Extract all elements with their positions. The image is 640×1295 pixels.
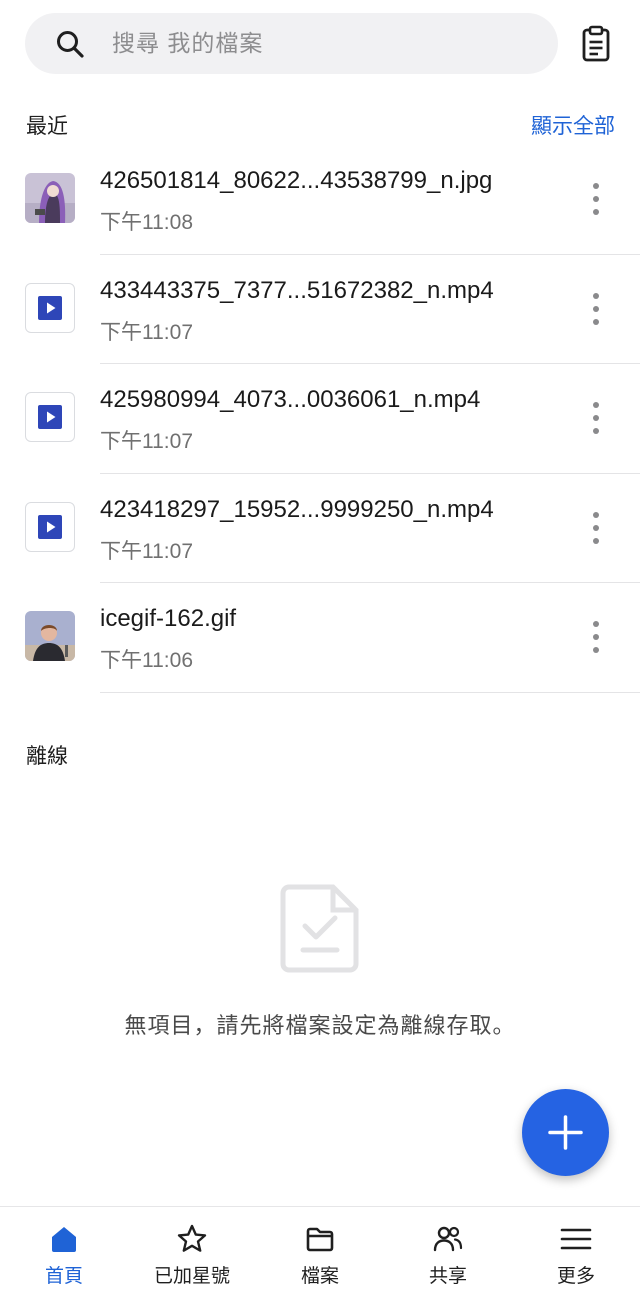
file-time: 下午11:08 xyxy=(100,211,193,234)
nav-starred[interactable]: 已加星號 xyxy=(128,1207,256,1295)
more-options-icon[interactable] xyxy=(584,399,608,437)
more-options-icon[interactable] xyxy=(584,509,608,547)
file-name: 426501814_80622...43538799_n.jpg xyxy=(100,167,493,194)
more-options-icon[interactable] xyxy=(584,180,608,218)
divider xyxy=(100,691,640,693)
image-thumbnail xyxy=(25,173,75,223)
nav-more[interactable]: 更多 xyxy=(512,1207,640,1295)
recent-file-list: 426501814_80622...43538799_n.jpg 下午11:08… xyxy=(0,145,640,693)
nav-files[interactable]: 檔案 xyxy=(256,1207,384,1295)
show-all-link[interactable]: 顯示全部 xyxy=(531,110,615,140)
search-icon xyxy=(57,31,84,58)
nav-label: 共享 xyxy=(428,1266,467,1287)
star-icon xyxy=(177,1224,207,1252)
folder-icon xyxy=(306,1227,334,1252)
nav-shared[interactable]: 共享 xyxy=(384,1207,512,1295)
nav-label: 檔案 xyxy=(300,1266,339,1287)
video-file-icon xyxy=(38,514,62,539)
file-row[interactable]: 433443375_7377...51672382_n.mp4 下午11:07 xyxy=(0,255,640,364)
video-thumbnail xyxy=(25,282,75,333)
home-icon xyxy=(52,1227,76,1252)
video-thumbnail xyxy=(25,392,75,442)
offline-section-title: 離線 xyxy=(26,745,68,768)
video-file-icon xyxy=(38,405,62,429)
nav-label: 更多 xyxy=(556,1266,595,1287)
nav-label: 首頁 xyxy=(44,1266,83,1287)
search-input[interactable]: 搜尋 我的檔案 xyxy=(112,13,263,74)
more-options-icon[interactable] xyxy=(584,290,608,328)
file-row[interactable]: icegif-162.gif 下午11:06 xyxy=(0,583,640,693)
nav-label: 已加星號 xyxy=(153,1266,230,1287)
nav-home[interactable]: 首頁 xyxy=(0,1207,128,1295)
plus-icon xyxy=(548,1115,583,1150)
video-thumbnail xyxy=(25,501,75,552)
menu-icon xyxy=(560,1228,592,1250)
file-time: 下午11:06 xyxy=(100,649,193,672)
add-button[interactable] xyxy=(522,1089,609,1176)
more-options-icon[interactable] xyxy=(584,618,608,656)
file-time: 下午11:07 xyxy=(100,320,193,344)
gif-thumbnail xyxy=(25,611,75,661)
offline-document-icon xyxy=(280,884,359,973)
file-name: icegif-162.gif xyxy=(100,605,237,632)
offline-empty-message: 無項目，請先將檔案設定為離線存取。 xyxy=(124,1013,516,1038)
file-row[interactable]: 425980994_4073...0036061_n.mp4 下午11:07 xyxy=(0,364,640,474)
file-name: 433443375_7377...51672382_n.mp4 xyxy=(100,276,494,304)
bottom-nav: 首頁 已加星號 檔案 共享 更多 xyxy=(0,1206,640,1295)
file-time: 下午11:07 xyxy=(100,430,193,453)
file-row[interactable]: 426501814_80622...43538799_n.jpg 下午11:08 xyxy=(0,145,640,255)
recent-section-title: 最近 xyxy=(26,115,68,138)
people-icon xyxy=(433,1226,463,1252)
clipboard-icon[interactable] xyxy=(579,25,613,63)
file-time: 下午11:07 xyxy=(100,539,193,563)
file-row[interactable]: 423418297_15952...9999250_n.mp4 下午11:07 xyxy=(0,474,640,583)
file-name: 423418297_15952...9999250_n.mp4 xyxy=(100,495,494,523)
file-name: 425980994_4073...0036061_n.mp4 xyxy=(100,386,481,413)
search-bar[interactable]: 搜尋 我的檔案 xyxy=(25,13,558,74)
video-file-icon xyxy=(38,295,62,320)
